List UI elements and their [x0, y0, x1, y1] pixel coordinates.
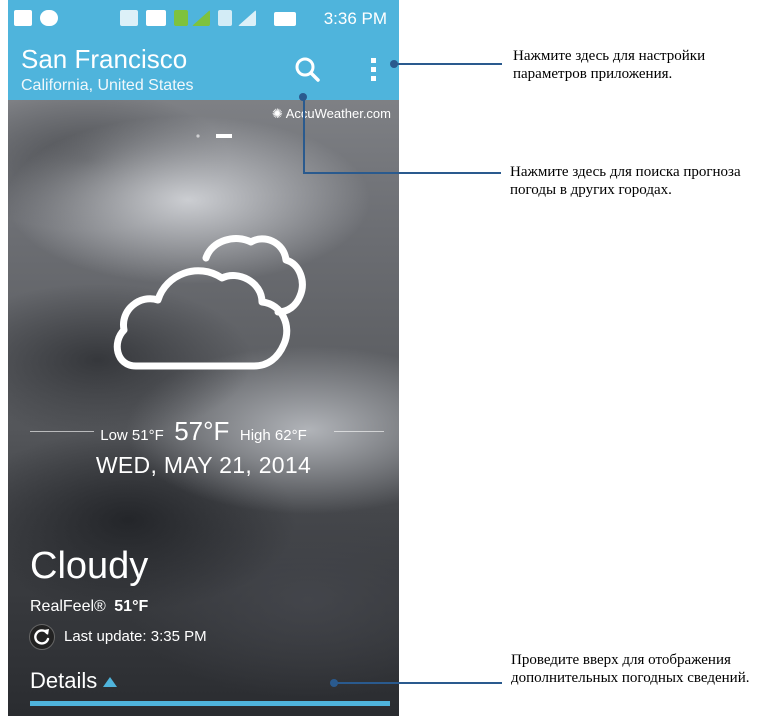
callout-search: Нажмите здесь для поиска прогноза погоды…	[510, 164, 741, 198]
last-update: Last update: 3:35 PM	[64, 628, 207, 645]
status-bar: 3:36 PM	[8, 0, 399, 40]
refresh-button[interactable]	[29, 624, 55, 650]
overflow-menu-button[interactable]	[366, 52, 382, 88]
low-temp: Low 51°F	[100, 427, 164, 444]
vibrate-icon	[120, 10, 138, 26]
provider-credit[interactable]: ✺ AccuWeather.com	[272, 106, 391, 122]
temperature-row: Low 51°F 57°F High 62°F	[8, 416, 399, 447]
weather-condition: Cloudy	[30, 545, 149, 587]
accuweather-logo-icon: ✺	[271, 106, 283, 121]
more-vertical-icon	[371, 58, 376, 81]
cloudy-icon	[113, 235, 306, 370]
realfeel-row: RealFeel® 51°F	[30, 598, 148, 616]
realfeel-label: RealFeel®	[30, 598, 106, 615]
callout-line-settings	[394, 63, 502, 65]
region-name: California, United States	[21, 77, 194, 94]
sim1-icon	[174, 10, 188, 26]
network-3g-icon	[146, 10, 166, 26]
signal-sim1-icon	[192, 10, 210, 26]
forecast-date: WED, MAY 21, 2014	[95, 452, 312, 478]
details-swipe-bar[interactable]	[30, 701, 390, 706]
search-icon	[295, 57, 320, 82]
callout-line-swipe	[334, 682, 502, 684]
search-button[interactable]	[290, 52, 326, 88]
app-bar: San Francisco California, United States	[8, 40, 399, 100]
gallery-icon	[14, 10, 32, 26]
provider-name: AccuWeather.com	[285, 106, 391, 121]
details-label: Details	[30, 668, 98, 693]
refresh-icon	[34, 629, 50, 645]
page-dot-active	[216, 134, 232, 138]
arrow-up-icon	[103, 677, 118, 688]
battery-icon	[274, 12, 296, 26]
signal-sim2-icon	[238, 10, 256, 26]
sim2-icon	[218, 10, 232, 26]
current-temp: 57°F	[174, 416, 230, 446]
callout-swipe: Проведите вверх для отображения дополнит…	[511, 652, 750, 686]
status-time: 3:36 PM	[323, 9, 387, 28]
phone-screen: 3:36 PM San Francisco California, United…	[8, 0, 399, 716]
page-dot-inactive	[196, 134, 200, 138]
details-handle[interactable]: Details	[30, 668, 118, 694]
high-temp: High 62°F	[239, 427, 307, 444]
callout-line-search-vertical	[303, 97, 305, 173]
page-indicator	[196, 134, 232, 138]
realfeel-value: 51°F	[114, 598, 149, 615]
callout-settings: Нажмите здесь для настройки параметров п…	[513, 48, 706, 82]
callout-line-search-horizontal	[303, 172, 501, 174]
chat-icon	[40, 10, 58, 26]
city-name[interactable]: San Francisco	[21, 44, 187, 75]
